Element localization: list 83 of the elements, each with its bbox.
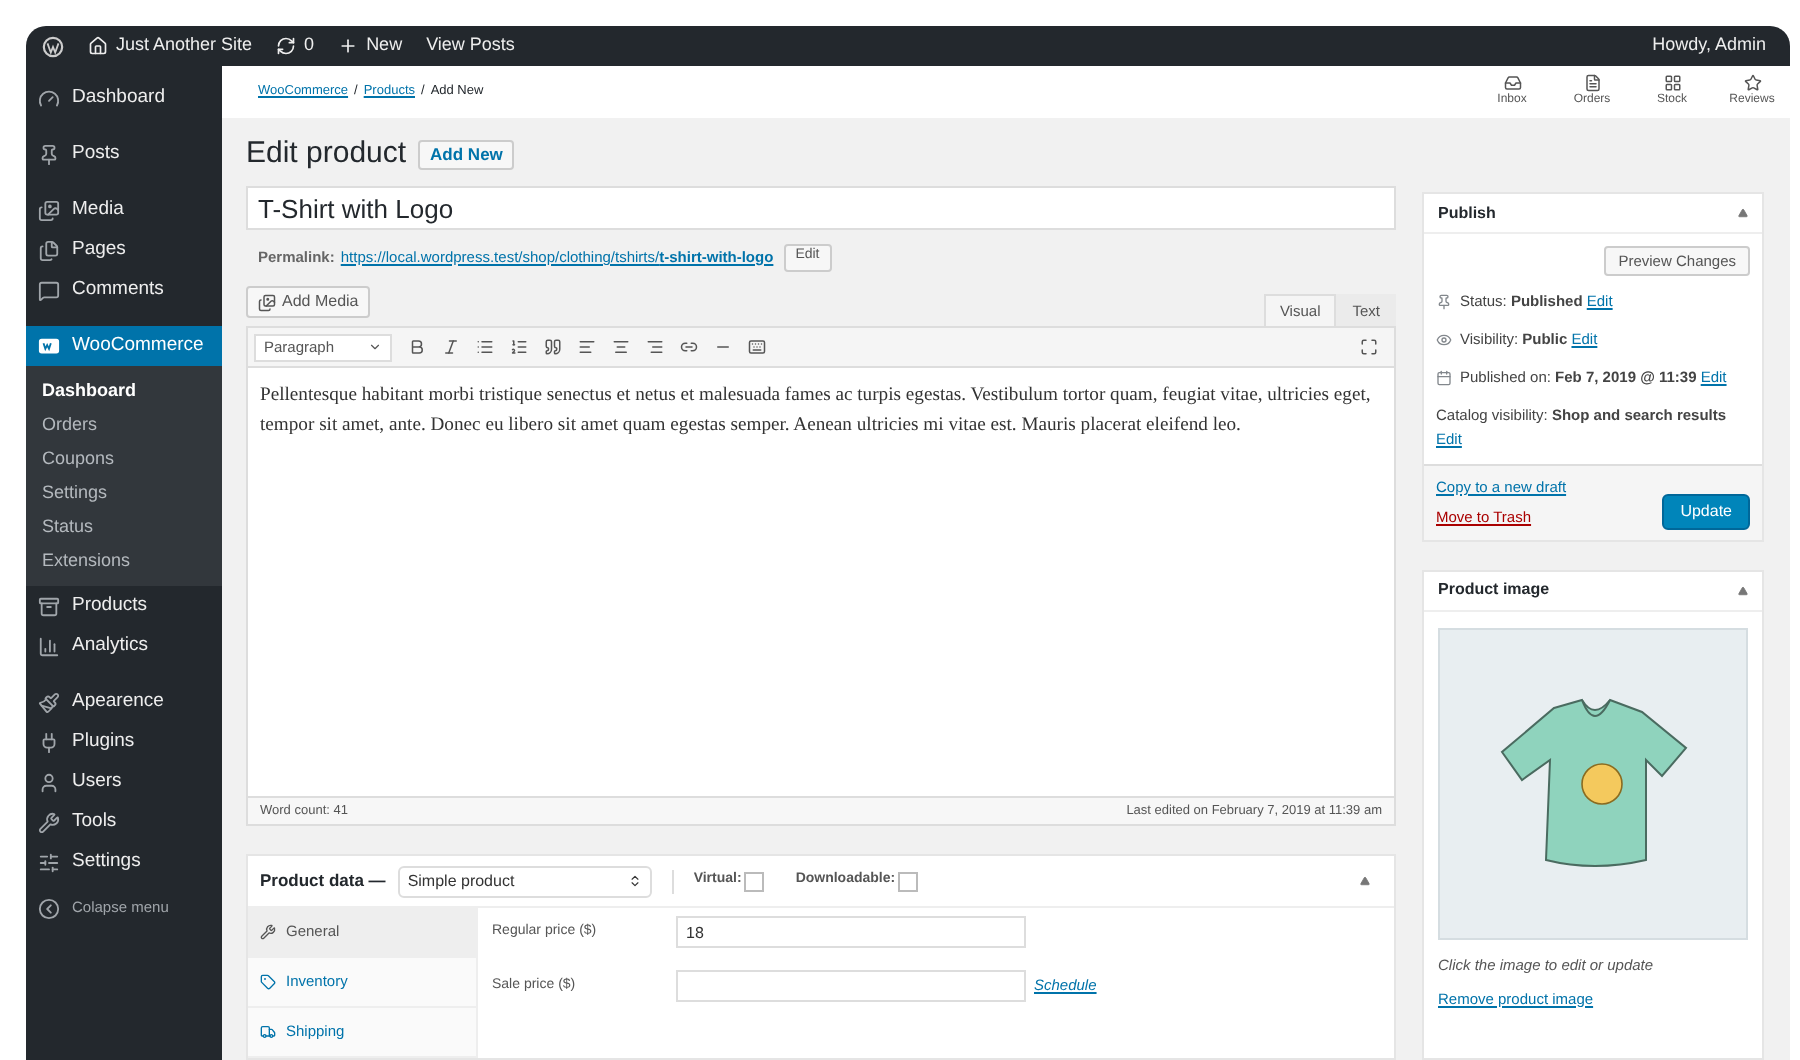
brush-icon	[38, 691, 60, 713]
archive-icon	[38, 595, 60, 617]
comment-icon	[38, 279, 60, 301]
gauge-icon	[38, 87, 60, 109]
document-icon	[1583, 74, 1601, 92]
product-type-select[interactable]: Simple product	[397, 865, 652, 897]
option-checkbox[interactable]	[897, 871, 918, 891]
updates-link[interactable]: 0	[276, 32, 315, 60]
greeting-link[interactable]: Howdy, Admin	[1652, 32, 1766, 60]
pages-icon	[38, 239, 60, 261]
quote-icon[interactable]	[544, 338, 562, 356]
refresh-icon	[276, 36, 297, 56]
calendar-icon	[1436, 370, 1452, 386]
media-icon	[38, 199, 60, 221]
publish-title: Publish	[1438, 201, 1496, 225]
wrench-icon	[38, 811, 60, 833]
star-icon	[1743, 74, 1761, 92]
price-field[interactable]	[676, 970, 1026, 1002]
sidebar-item[interactable]: Settings	[26, 842, 222, 882]
title-field[interactable]: T-Shirt with Logo	[246, 186, 1396, 230]
sidebar-item[interactable]: Plugins	[26, 722, 222, 762]
collapse-arrow-icon[interactable]	[1360, 876, 1370, 886]
inbox-icon	[1503, 74, 1521, 92]
plus-icon	[338, 36, 359, 56]
sidebar-item[interactable]: Analytics	[26, 626, 222, 666]
grid-icon	[1663, 74, 1681, 92]
select-arrows-icon	[627, 874, 642, 888]
submenu-item[interactable]: Extensions	[26, 544, 222, 578]
align-left-icon[interactable]	[578, 338, 596, 356]
submenu-item[interactable]: Coupons	[26, 442, 222, 476]
submenu-item[interactable]: Dashboard	[26, 374, 222, 408]
price-field[interactable]: 18	[676, 916, 1026, 948]
new-link[interactable]: New	[338, 32, 403, 60]
wordpress-logo-icon[interactable]	[42, 35, 64, 57]
bullet-list-icon[interactable]	[476, 338, 494, 356]
sidebar-item[interactable]: Tools	[26, 802, 222, 842]
keyboard-icon[interactable]	[748, 338, 766, 356]
tag-icon	[260, 974, 276, 990]
product-data-title: Product data —	[260, 868, 386, 894]
submenu-item[interactable]: Settings	[26, 476, 222, 510]
home-icon	[88, 36, 108, 56]
add-new-button[interactable]: Add New	[418, 139, 515, 169]
truck-icon	[260, 1024, 276, 1040]
update-button[interactable]: Update	[1662, 493, 1750, 529]
caret-icon	[368, 340, 382, 354]
pin-icon	[38, 143, 60, 165]
sidebar-item[interactable]: Comments	[26, 270, 222, 310]
sidebar-item[interactable]: Apearence	[26, 682, 222, 722]
sidebar-item[interactable]: Dashboard	[26, 78, 222, 118]
user-icon	[38, 771, 60, 793]
sidebar-item[interactable]: Posts	[26, 134, 222, 174]
link-icon[interactable]	[680, 338, 698, 356]
align-center-icon[interactable]	[612, 338, 630, 356]
pin-icon	[1436, 294, 1452, 310]
numbered-list-icon[interactable]	[510, 338, 528, 356]
eye-icon	[1436, 332, 1452, 348]
submenu-item[interactable]: Status	[26, 510, 222, 544]
add-media-button[interactable]: Add Media	[246, 286, 371, 318]
plug-icon	[38, 731, 60, 753]
sidebar-item[interactable]: Pages	[26, 230, 222, 270]
page-title: Edit product	[246, 133, 407, 174]
sidebar-item[interactable]: Media	[26, 190, 222, 230]
product-image-title: Product image	[1438, 578, 1550, 602]
sidebar-item[interactable]: Products	[26, 586, 222, 626]
option-checkbox[interactable]	[743, 871, 764, 891]
woo-logo-icon	[38, 335, 60, 357]
collapse-icon	[38, 897, 60, 919]
align-right-icon[interactable]	[646, 338, 664, 356]
editor-content[interactable]: Pellentesque habitant morbi tristique senectus et netus et malesuada fames ac turpis egestas. Vestibulum tortor quam, feugiat vitae, ultricies eget, tempor sit amet, ante. Donec eu libero sit amet quam egestas semper. Aenean ultricies mi vitae est. Mauris placerat eleifend leo.	[248, 368, 1394, 796]
view-posts-link[interactable]: View Posts	[426, 32, 515, 60]
bold-icon[interactable]	[408, 338, 426, 356]
submenu-item[interactable]: Orders	[26, 408, 222, 442]
site-link[interactable]: Just Another Site	[88, 32, 253, 60]
sliders-icon	[38, 851, 60, 873]
bar-chart-icon	[38, 635, 60, 657]
wrench-icon	[260, 924, 276, 940]
sidebar-item[interactable]: Users	[26, 762, 222, 802]
media-icon	[258, 293, 276, 311]
collapse-arrow-icon[interactable]	[1738, 208, 1748, 218]
fullscreen-icon[interactable]	[1360, 338, 1378, 356]
sidebar-item[interactable]: WooCommerce	[26, 326, 222, 366]
collapse-arrow-icon[interactable]	[1738, 585, 1748, 595]
italic-icon[interactable]	[442, 338, 460, 356]
